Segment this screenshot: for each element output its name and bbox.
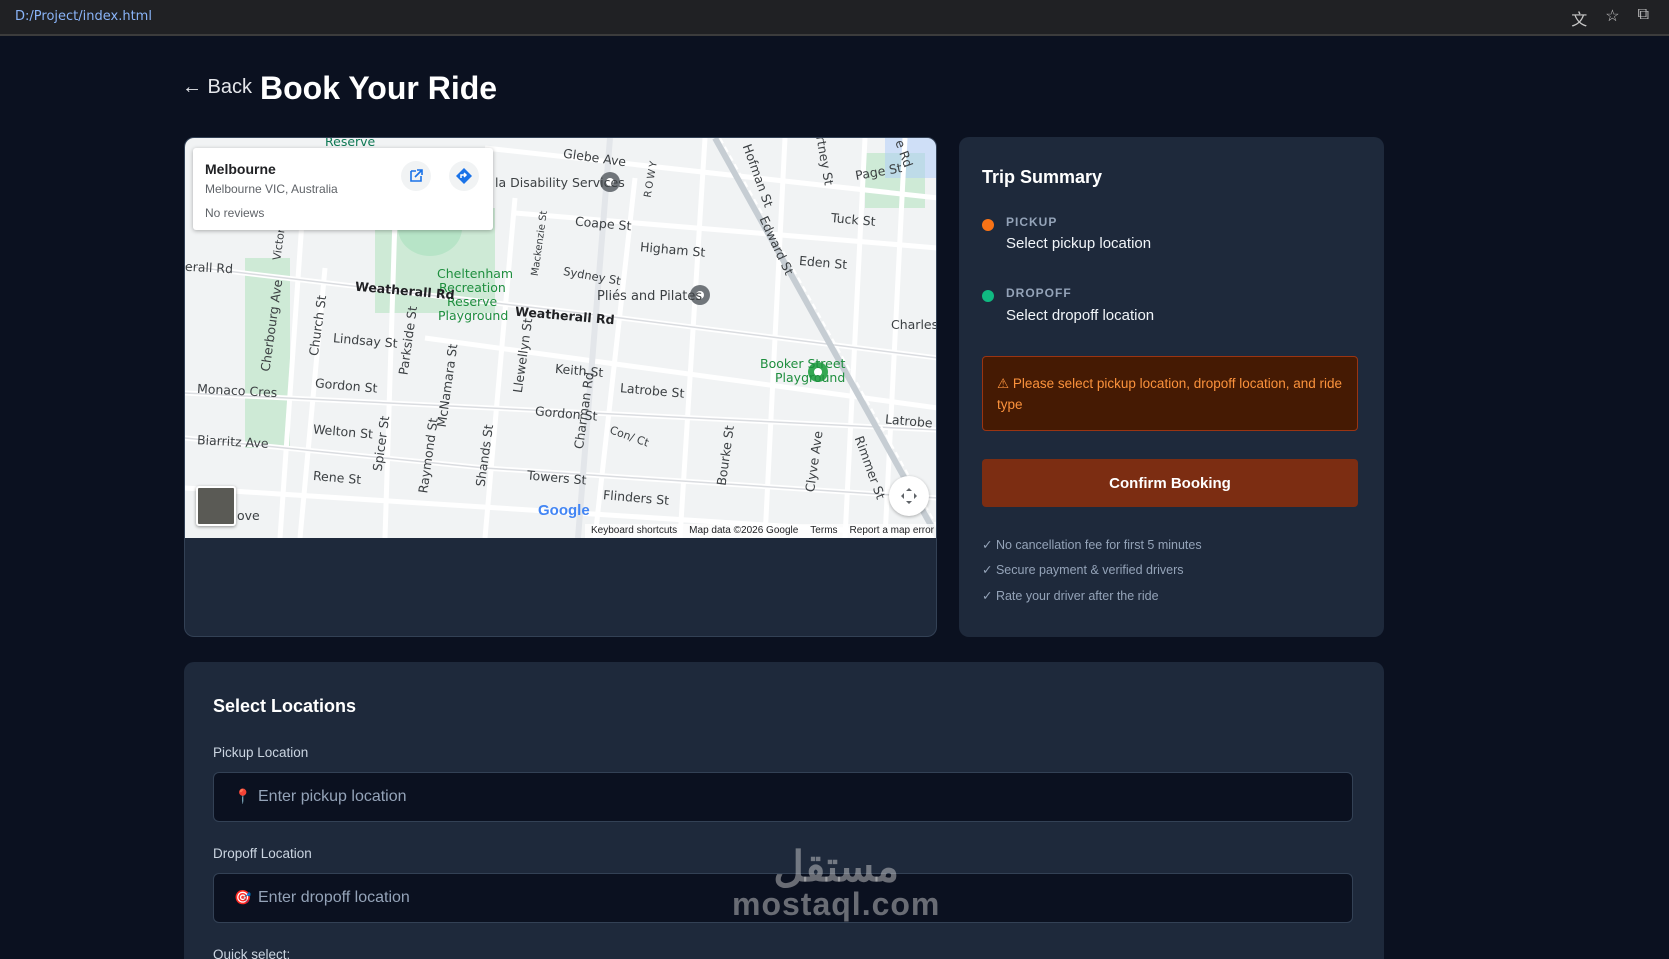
report-error-link[interactable]: Report a map error: [850, 525, 934, 537]
place-address: Melbourne VIC, Australia: [205, 182, 338, 196]
validation-warning: ⚠ Please select pickup location, dropoff…: [982, 356, 1358, 431]
dropoff-dot: [982, 290, 994, 302]
watermark: مستقل mostaql.com: [732, 843, 941, 922]
place-name: Melbourne: [205, 161, 276, 177]
translate-icon[interactable]: 文: [1571, 6, 1587, 30]
star-icon[interactable]: ☆: [1605, 6, 1619, 30]
map-label: Cheltenham: [437, 266, 514, 281]
fullscreen-button[interactable]: [889, 476, 929, 516]
perk-item: ✓ No cancellation fee for first 5 minute…: [982, 538, 1202, 552]
map-label: ove: [237, 508, 260, 523]
external-link-icon: [410, 169, 423, 182]
trip-summary-card: Trip Summary PICKUP Select pickup locati…: [959, 137, 1384, 637]
pickup-field[interactable]: 📍: [213, 772, 1353, 822]
map-label: erall Rd: [185, 258, 234, 277]
map-label: Playground: [775, 370, 846, 385]
pickup-input[interactable]: [258, 773, 1338, 821]
dropoff-heading: DROPOFF: [1006, 286, 1072, 300]
confirm-booking-button[interactable]: Confirm Booking: [982, 459, 1358, 507]
map-data-text: Map data ©2026 Google: [689, 525, 799, 536]
watermark-latin: mostaql.com: [732, 886, 941, 922]
target-icon: 🎯: [234, 889, 252, 905]
terms-link[interactable]: Terms: [810, 525, 837, 537]
map-attribution: Keyboard shortcuts Map data ©2026 Google…: [585, 524, 936, 538]
extensions-icon[interactable]: ⧉: [1638, 6, 1649, 30]
place-reviews: No reviews: [205, 206, 265, 220]
keyboard-shortcuts-link[interactable]: Keyboard shortcuts: [591, 525, 677, 537]
dropoff-value: Select dropoff location: [1006, 307, 1155, 324]
back-link[interactable]: ← Back: [182, 76, 252, 99]
map-label: Playground: [438, 308, 509, 323]
map-label: Charles: [891, 317, 937, 332]
map-view[interactable]: Reserve Glebe Ave la Disability Services…: [185, 138, 937, 538]
address-bar-url[interactable]: D:/Project/index.html: [15, 9, 152, 24]
open-in-maps-button[interactable]: [401, 161, 431, 191]
place-info-card: Melbourne Melbourne VIC, Australia No re…: [193, 148, 493, 230]
pickup-dot: [982, 219, 994, 231]
page-title: Book Your Ride: [260, 70, 498, 106]
trip-summary-title: Trip Summary: [982, 167, 1103, 187]
satellite-toggle[interactable]: [196, 486, 236, 526]
map-label: Booker Street: [760, 356, 846, 371]
pickup-value: Select pickup location: [1006, 235, 1152, 252]
pin-icon: 📍: [234, 788, 252, 804]
watermark-arabic: مستقل: [773, 843, 900, 890]
google-logo: Google: [538, 502, 590, 519]
perk-item: ✓ Rate your driver after the ride: [982, 589, 1159, 603]
select-locations-title: Select Locations: [213, 696, 357, 716]
map-label: Reserve: [447, 294, 498, 309]
map-card: Reserve Glebe Ave la Disability Services…: [184, 137, 937, 637]
pickup-field-label: Pickup Location: [213, 745, 309, 760]
directions-icon: [456, 168, 472, 184]
browser-toolbar: D:/Project/index.html 文 ☆ ⧉: [0, 0, 1669, 36]
map-label: la Disability Services: [495, 175, 625, 190]
fullscreen-icon: [901, 488, 917, 504]
directions-button[interactable]: [449, 161, 479, 191]
quick-select-label: Quick select:: [213, 947, 291, 959]
dropoff-field-label: Dropoff Location: [213, 846, 312, 861]
pickup-heading: PICKUP: [1006, 215, 1058, 229]
map-label: Pliés and Pilates: [597, 289, 703, 304]
perk-item: ✓ Secure payment & verified drivers: [982, 563, 1184, 577]
